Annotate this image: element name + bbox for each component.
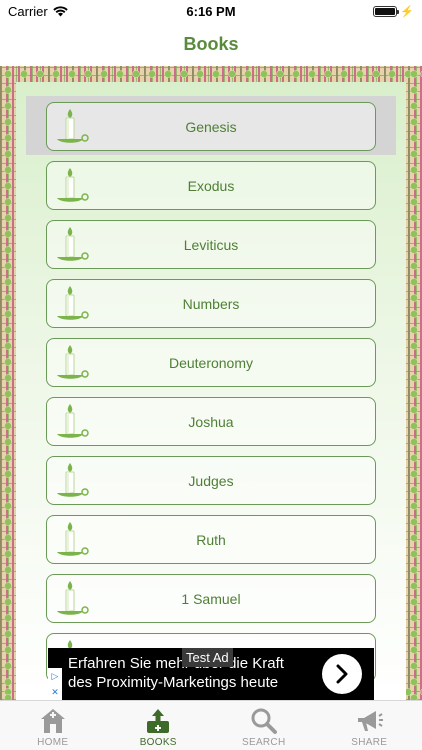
book-name: Exodus xyxy=(187,177,235,194)
tab-books-label: BOOKS xyxy=(139,737,177,748)
frame-dots-left xyxy=(2,66,14,700)
decorative-frame: Genesis Exodus Leviticus Numbers Deuteronomy… xyxy=(0,66,422,700)
tab-share-label: SHARE xyxy=(351,737,388,748)
book-list[interactable]: Genesis Exodus Leviticus Numbers Deuteronomy… xyxy=(16,82,406,700)
frame-dots-top xyxy=(0,68,422,80)
search-icon xyxy=(251,708,277,734)
book-name: Leviticus xyxy=(183,236,239,253)
book-row[interactable]: Numbers xyxy=(46,279,376,328)
ad-arrow-button[interactable] xyxy=(322,654,362,694)
tab-home[interactable]: HOME xyxy=(0,701,106,750)
book-name: 1 Samuel xyxy=(181,590,241,607)
book-row[interactable]: Ruth xyxy=(46,515,376,564)
book-row[interactable]: 1 Samuel xyxy=(46,574,376,623)
book-name: Numbers xyxy=(182,295,240,312)
tab-search-label: SEARCH xyxy=(242,737,286,748)
tab-search[interactable]: SEARCH xyxy=(211,701,317,750)
book-row[interactable]: Judges xyxy=(46,456,376,505)
status-bar: Carrier 6:16 PM ⚡ xyxy=(0,0,422,22)
book-name: Joshua xyxy=(188,413,234,430)
book-row[interactable]: Deuteronomy xyxy=(46,338,376,387)
carrier-label: Carrier xyxy=(8,3,48,19)
book-name: Judges xyxy=(188,472,234,489)
book-row[interactable]: Leviticus xyxy=(46,220,376,269)
page-title: Books xyxy=(183,33,239,54)
megaphone-icon xyxy=(358,711,384,731)
ad-banner[interactable]: ▷ ✕ Erfahren Sie mehr über die Kraft des … xyxy=(48,648,374,700)
book-row[interactable]: Joshua xyxy=(46,397,376,446)
ad-test-badge: Test Ad xyxy=(182,648,233,667)
ad-info-icon[interactable]: ▷ ✕ xyxy=(48,668,62,700)
nav-bar: Books xyxy=(0,22,422,66)
frame-dots-right xyxy=(408,66,420,700)
tab-share[interactable]: SHARE xyxy=(317,701,422,750)
charging-bolt-icon: ⚡ xyxy=(400,5,414,18)
status-left: Carrier xyxy=(8,4,68,19)
book-name: Genesis xyxy=(185,118,237,135)
book-row[interactable]: Exodus xyxy=(46,161,376,210)
wifi-icon xyxy=(53,5,68,16)
book-row[interactable]: Genesis xyxy=(46,102,376,151)
ad-line-2: des Proximity-Marketings heute xyxy=(68,674,279,691)
tab-home-label: HOME xyxy=(37,737,69,748)
battery-icon xyxy=(373,5,400,17)
book-name: Ruth xyxy=(196,531,226,548)
book-name: Deuteronomy xyxy=(168,354,254,371)
home-icon xyxy=(40,709,65,733)
tab-books[interactable]: BOOKS xyxy=(106,701,212,750)
status-right: ⚡ xyxy=(373,5,414,18)
chevron-right-icon xyxy=(336,664,348,684)
book-upload-icon xyxy=(147,709,170,733)
tab-bar: HOME BOOKS SEARCH SHARE xyxy=(0,700,422,750)
